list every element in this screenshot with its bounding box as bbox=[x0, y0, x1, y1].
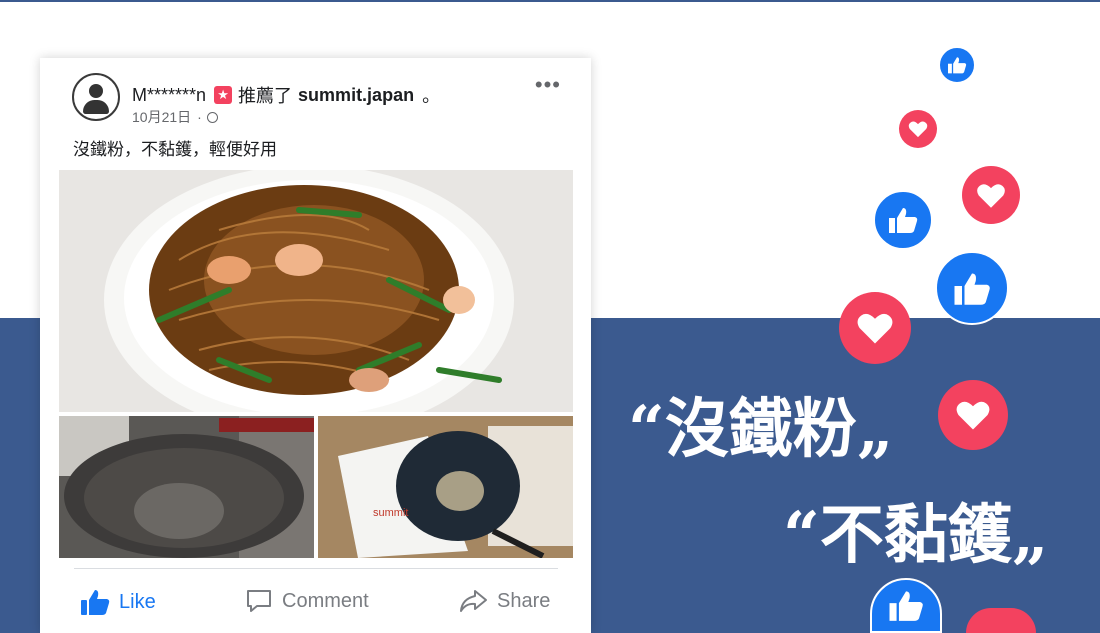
open-quote-mark: “ bbox=[628, 392, 665, 467]
photo-noodles[interactable] bbox=[59, 170, 573, 412]
close-quote-mark: „ bbox=[856, 392, 894, 467]
more-icon[interactable]: ••• bbox=[535, 72, 561, 98]
floating-heart-icon bbox=[839, 292, 911, 364]
share-button[interactable]: Share bbox=[458, 588, 550, 614]
post-period: 。 bbox=[422, 86, 441, 106]
recommend-icon: ★ bbox=[214, 86, 233, 104]
divider bbox=[74, 568, 558, 569]
open-quote-mark: “ bbox=[783, 498, 820, 573]
floating-like-icon bbox=[935, 251, 1009, 325]
quote-text-1: 沒鐵粉 bbox=[664, 393, 857, 467]
floating-like-icon bbox=[873, 190, 933, 250]
thumbs-up-icon bbox=[81, 590, 110, 615]
close-quote-mark: „ bbox=[1011, 498, 1049, 573]
comment-icon bbox=[247, 590, 271, 612]
floating-heart-icon bbox=[962, 166, 1020, 224]
comment-label: Comment bbox=[282, 589, 369, 612]
svg-text:summit: summit bbox=[373, 507, 408, 519]
comment-button[interactable]: Comment bbox=[245, 588, 369, 614]
quote-line-1: “沒鐵粉„ bbox=[628, 378, 894, 470]
author-name[interactable]: M*******n bbox=[132, 85, 206, 106]
date-separator: · bbox=[197, 109, 202, 125]
page-name[interactable]: summit.japan bbox=[298, 85, 414, 106]
post-meta: 10月21日 · bbox=[132, 107, 218, 127]
floating-like-icon bbox=[938, 46, 976, 84]
floating-heart-icon bbox=[966, 608, 1036, 633]
floating-heart-icon bbox=[938, 380, 1008, 450]
like-button[interactable]: Like bbox=[80, 588, 156, 616]
recommend-text: 推薦了 bbox=[238, 86, 293, 106]
post-card: M*******n ★ 推薦了 summit.japan 。 10月21日 · … bbox=[40, 58, 591, 633]
floating-heart-icon bbox=[899, 110, 937, 148]
globe-icon bbox=[206, 111, 218, 123]
post-date[interactable]: 10月21日 bbox=[132, 107, 191, 127]
like-label: Like bbox=[119, 590, 156, 613]
top-border bbox=[0, 0, 1100, 2]
photo-wok-package[interactable]: summit bbox=[318, 416, 573, 558]
post-text: 沒鐵粉，不黏鑊，輕便好用 bbox=[73, 140, 277, 159]
share-label: Share bbox=[497, 589, 551, 612]
quote-line-2: “不黏鑊„ bbox=[783, 484, 1049, 576]
quote-text-2: 不黏鑊 bbox=[819, 499, 1012, 573]
post-header: M*******n ★ 推薦了 summit.japan 。 bbox=[132, 82, 440, 108]
share-icon bbox=[460, 590, 487, 612]
user-avatar-icon[interactable] bbox=[72, 73, 120, 121]
photo-wok-stove[interactable] bbox=[59, 416, 314, 558]
